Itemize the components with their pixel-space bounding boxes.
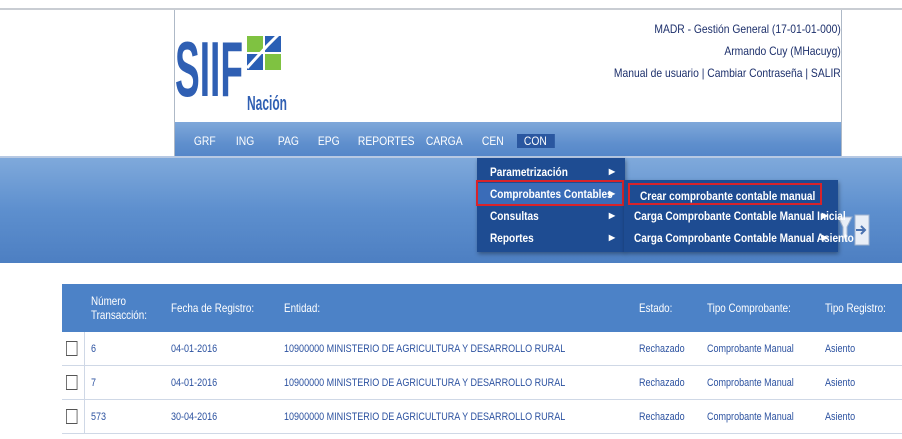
col-header-tipo-comprobante[interactable]: Tipo Comprobante: <box>700 284 819 332</box>
cell-tipo-registro: Asiento <box>824 376 855 389</box>
row-checkbox[interactable] <box>66 341 78 356</box>
cell-tipo-registro: Asiento <box>824 410 855 423</box>
cell-entidad: 10900000 MINISTERIO DE AGRICULTURA Y DES… <box>284 342 566 355</box>
row-checkbox[interactable] <box>66 409 78 424</box>
logout-link[interactable]: SALIR <box>811 66 841 80</box>
cell-numero[interactable]: 6 <box>91 343 96 355</box>
menu-item-consultas[interactable]: Consultas ▶ <box>477 205 625 227</box>
submenu-item-crear-comprobante[interactable]: Crear comprobante contable manual <box>628 183 822 205</box>
cell-fecha: 04-01-2016 <box>170 376 217 389</box>
link-separator: | <box>805 66 809 80</box>
col-header-tipo-registro[interactable]: Tipo Registro: <box>818 284 902 332</box>
comprobantes-submenu: Crear comprobante contable manual Carga … <box>624 180 854 252</box>
submenu-item-carga-inicial[interactable]: Carga Comprobante Contable Manual Inicia… <box>624 205 846 227</box>
row-checkbox[interactable] <box>66 375 78 390</box>
change-password-link[interactable]: Cambiar Contraseña <box>708 66 803 80</box>
col-header-fecha[interactable]: Fecha de Registro: <box>164 284 279 332</box>
chevron-right-icon: ▶ <box>608 211 615 220</box>
highlight-comprobantes <box>476 180 624 206</box>
link-separator: | <box>701 66 705 80</box>
chevron-right-icon: ▶ <box>821 211 828 220</box>
nav-item-con[interactable]: CON <box>517 134 555 148</box>
table-row: 573 30-04-2016 10900000 MINISTERIO DE AG… <box>62 399 902 434</box>
col-header-entidad[interactable]: Entidad: <box>278 284 634 332</box>
page-header: SIIF Nación MADR - Gestión General (17-0… <box>174 10 842 158</box>
header-links: Manual de usuario | Cambiar Contraseña |… <box>614 62 841 84</box>
svg-text:Nación: Nación <box>247 93 287 115</box>
cell-estado: Rechazado <box>639 342 685 355</box>
nav-item-grf[interactable]: GRF <box>187 134 223 148</box>
svg-text:SIIF: SIIF <box>175 28 243 113</box>
nav-items: GRF ING PAG EPG REPORTES CARGA CEN CON <box>187 134 561 148</box>
exit-door-icon[interactable] <box>854 214 870 246</box>
cell-entidad: 10900000 MINISTERIO DE AGRICULTURA Y DES… <box>284 410 566 423</box>
cell-numero[interactable]: 573 <box>91 411 106 423</box>
nav-item-ing[interactable]: ING <box>229 134 265 148</box>
cell-numero[interactable]: 7 <box>91 377 96 389</box>
col-header-estado[interactable]: Estado: <box>633 284 701 332</box>
cell-estado: Rechazado <box>639 376 685 389</box>
cell-tipo-registro: Asiento <box>824 342 855 355</box>
nav-item-reportes[interactable]: REPORTES <box>351 134 415 148</box>
cell-entidad: 10900000 MINISTERIO DE AGRICULTURA Y DES… <box>284 376 566 389</box>
chevron-right-icon: ▶ <box>608 233 615 242</box>
user-line: Armando Cuy (MHacuyg) <box>724 44 841 58</box>
siif-logo: SIIF Nación <box>175 28 287 115</box>
cell-tipo-comprobante: Comprobante Manual <box>706 376 794 389</box>
main-navbar: GRF ING PAG EPG REPORTES CARGA CEN CON <box>175 122 841 158</box>
table-header-row: Número Transacción: Fecha de Registro: En… <box>62 284 902 332</box>
cell-fecha: 30-04-2016 <box>170 410 217 423</box>
transactions-table: Número Transacción: Fecha de Registro: En… <box>62 284 902 434</box>
entity-line: MADR - Gestión General (17-01-01-000) <box>654 22 841 36</box>
manual-link[interactable]: Manual de usuario <box>614 66 699 80</box>
cell-tipo-comprobante: Comprobante Manual <box>706 342 794 355</box>
header-info: MADR - Gestión General (17-01-01-000) Ar… <box>614 18 841 84</box>
col-header-numero[interactable]: Número Transacción: <box>84 284 165 332</box>
header-checkbox-col <box>62 284 85 332</box>
table-row: 6 04-01-2016 10900000 MINISTERIO DE AGRI… <box>62 332 902 366</box>
chevron-right-icon: ▶ <box>821 233 828 242</box>
submenu-item-carga-asiento[interactable]: Carga Comprobante Contable Manual Asient… <box>624 227 854 249</box>
nav-item-pag[interactable]: PAG <box>271 134 305 148</box>
nav-item-epg[interactable]: EPG <box>311 134 345 148</box>
menu-item-reportes[interactable]: Reportes ▶ <box>477 227 625 249</box>
nav-item-cen[interactable]: CEN <box>475 134 511 148</box>
nav-item-carga[interactable]: CARGA <box>419 134 467 148</box>
cell-fecha: 04-01-2016 <box>170 342 217 355</box>
cell-estado: Rechazado <box>639 410 685 423</box>
table-row: 7 04-01-2016 10900000 MINISTERIO DE AGRI… <box>62 365 902 400</box>
cell-tipo-comprobante: Comprobante Manual <box>706 410 794 423</box>
